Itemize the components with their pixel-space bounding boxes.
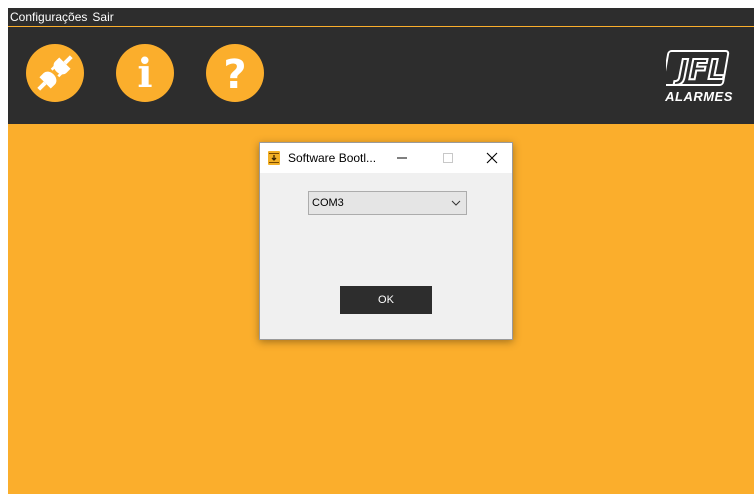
minimize-button[interactable] <box>382 143 422 173</box>
com-port-select[interactable]: COM3 <box>308 191 467 215</box>
chevron-down-icon <box>451 200 461 206</box>
menu-item-sair[interactable]: Sair <box>90 8 116 26</box>
plug-connect-icon <box>37 55 73 91</box>
jfl-logo-mark: JFL <box>666 50 730 87</box>
connect-button[interactable] <box>26 44 84 102</box>
svg-text:?: ? <box>223 52 246 98</box>
menu-bar: Configurações Sair <box>8 8 754 27</box>
com-port-value: COM3 <box>312 197 344 209</box>
close-icon <box>486 152 498 164</box>
toolbar: i ? JFL ALARMES <box>8 27 754 124</box>
ok-button[interactable]: OK <box>340 286 432 314</box>
dialog-title: Software Bootl... <box>288 151 377 165</box>
help-icon: ? <box>223 52 246 98</box>
app-icon <box>268 151 280 165</box>
dialog-titlebar[interactable]: Software Bootl... <box>260 143 512 173</box>
jfl-logo: JFL ALARMES <box>660 49 738 107</box>
svg-text:i: i <box>137 50 152 97</box>
close-button[interactable] <box>472 143 512 173</box>
info-icon: i <box>137 50 152 97</box>
svg-text:JFL: JFL <box>673 53 725 86</box>
main-window: Configurações Sair i ? JFL ALARMES Softw… <box>8 8 754 494</box>
info-button[interactable]: i <box>116 44 174 102</box>
help-button[interactable]: ? <box>206 44 264 102</box>
logo-text: ALARMES <box>665 89 733 104</box>
menu-item-configuracoes[interactable]: Configurações <box>8 8 90 26</box>
bootloader-dialog: Software Bootl... COM3 OK <box>259 142 513 340</box>
minimize-icon <box>397 157 407 159</box>
maximize-button <box>428 143 468 173</box>
maximize-icon <box>443 153 453 163</box>
